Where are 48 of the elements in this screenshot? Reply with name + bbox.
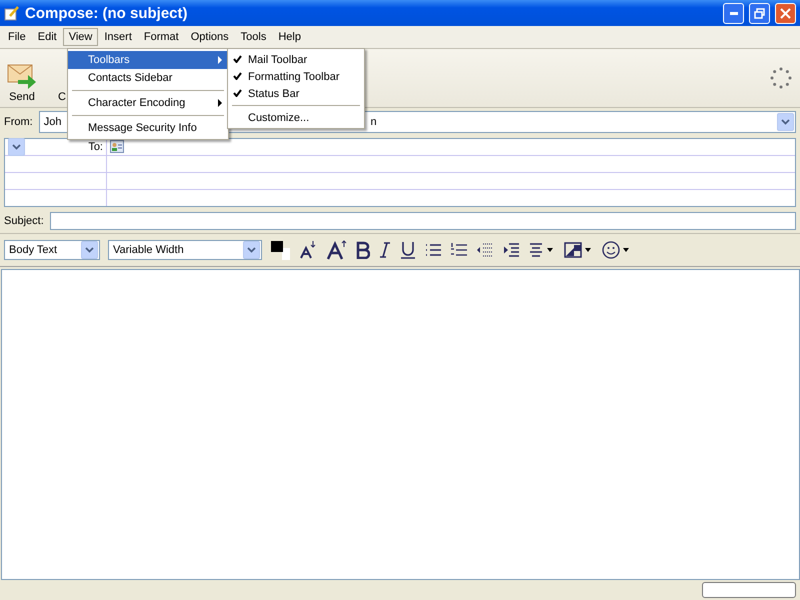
italic-icon[interactable] (378, 241, 392, 259)
underline-icon[interactable] (400, 240, 416, 260)
restore-icon (754, 8, 765, 18)
subject-label: Subject: (4, 215, 44, 227)
menu-entry[interactable]: Mail Toolbar (228, 51, 364, 68)
minimize-icon (730, 12, 738, 14)
numbered-list-icon[interactable] (450, 242, 468, 258)
menu-entry[interactable]: Status Bar (228, 85, 364, 102)
envelope-arrow-icon (6, 62, 38, 90)
paragraph-select[interactable]: Body Text (4, 240, 100, 260)
menu-entry[interactable]: Toolbars (68, 51, 228, 69)
close-button[interactable] (775, 2, 796, 24)
menu-entry[interactable]: Character Encoding (68, 94, 228, 112)
toolbar-button[interactable]: Send (6, 62, 38, 103)
menu-item[interactable]: Help (272, 28, 307, 46)
menu-item[interactable]: Tools (234, 28, 272, 46)
address-type-label: To: (88, 141, 103, 153)
toolbar-button[interactable]: C (58, 62, 66, 103)
menu-item[interactable]: View (62, 28, 98, 46)
from-label: From: (4, 116, 33, 128)
minimize-button[interactable] (723, 2, 744, 24)
smiley-icon[interactable] (602, 240, 632, 260)
subject-field[interactable] (50, 212, 796, 230)
menu-item[interactable]: Format (138, 28, 185, 46)
text-color-icon[interactable] (270, 240, 290, 260)
menu-item[interactable]: File (2, 28, 32, 46)
close-icon (780, 8, 791, 18)
insert-image-icon[interactable] (564, 241, 594, 259)
menu-entry[interactable]: Contacts Sidebar (68, 69, 228, 87)
menu-item[interactable]: Edit (32, 28, 63, 46)
larger-text-icon[interactable] (326, 240, 348, 260)
window-title: Compose: (no subject) (25, 4, 189, 22)
restore-button[interactable] (749, 2, 770, 24)
outdent-icon[interactable] (476, 242, 494, 258)
indent-icon[interactable] (502, 242, 520, 258)
menu-entry[interactable]: Customize... (228, 109, 364, 126)
align-icon[interactable] (528, 242, 556, 258)
font-select[interactable]: Variable Width (108, 240, 262, 260)
address-type-dropdown[interactable] (8, 138, 25, 156)
compose-icon (4, 5, 20, 21)
bullet-list-icon[interactable] (424, 242, 442, 258)
throbber-icon (768, 65, 794, 91)
menu-item[interactable]: Insert (98, 28, 138, 46)
smaller-text-icon[interactable] (298, 240, 318, 260)
menu-entry[interactable]: Formatting Toolbar (228, 68, 364, 85)
menu-item[interactable]: Options (184, 28, 235, 46)
address-card-icon (110, 140, 124, 153)
bold-icon[interactable] (356, 241, 370, 259)
